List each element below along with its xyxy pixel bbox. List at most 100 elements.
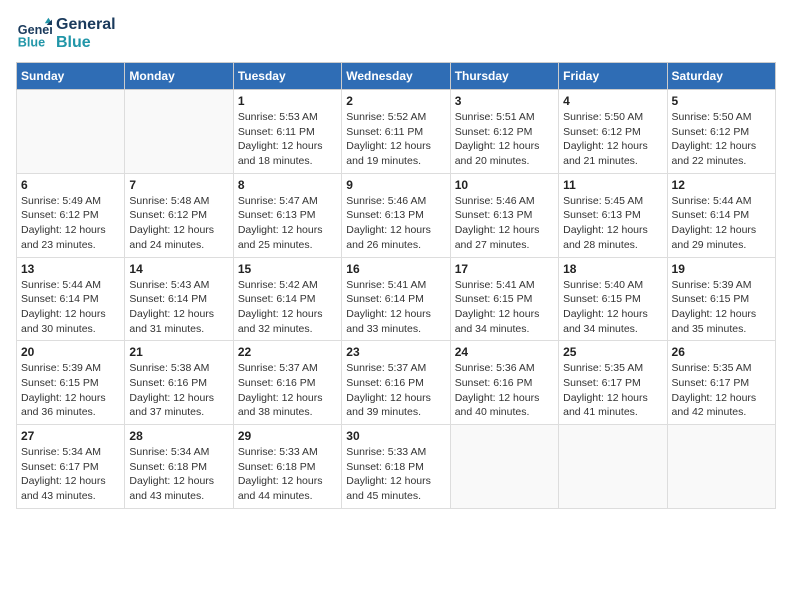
day-info: Sunrise: 5:42 AMSunset: 6:14 PMDaylight:… [238,278,337,337]
calendar-week-3: 13 Sunrise: 5:44 AMSunset: 6:14 PMDayligh… [17,257,776,341]
header-cell-thursday: Thursday [450,63,558,90]
calendar-cell: 2Sunrise: 5:52 AMSunset: 6:11 PMDaylight… [342,90,450,174]
day-number: 29 [238,429,337,443]
calendar-cell: 1Sunrise: 5:53 AMSunset: 6:11 PMDaylight… [233,90,341,174]
day-number: 9 [346,178,445,192]
calendar-cell: 16 Sunrise: 5:41 AMSunset: 6:14 PMDayligh… [342,257,450,341]
day-number: 27 [21,429,120,443]
day-info: Sunrise: 5:48 AMSunset: 6:12 PMDaylight:… [129,194,228,253]
calendar-cell: 24 Sunrise: 5:36 AMSunset: 6:16 PMDayligh… [450,341,558,425]
day-info: Sunrise: 5:43 AMSunset: 6:14 PMDaylight:… [129,278,228,337]
calendar-cell: 17 Sunrise: 5:41 AMSunset: 6:15 PMDayligh… [450,257,558,341]
day-info: Sunrise: 5:45 AMSunset: 6:13 PMDaylight:… [563,194,662,253]
calendar-cell: 23 Sunrise: 5:37 AMSunset: 6:16 PMDayligh… [342,341,450,425]
calendar-cell: 10 Sunrise: 5:46 AMSunset: 6:13 PMDayligh… [450,173,558,257]
header-cell-saturday: Saturday [667,63,775,90]
calendar-cell: 6 Sunrise: 5:49 AMSunset: 6:12 PMDaylight… [17,173,125,257]
day-number: 16 [346,262,445,276]
calendar-cell [559,425,667,509]
calendar-cell: 18Sunrise: 5:40 AMSunset: 6:15 PMDayligh… [559,257,667,341]
day-info: Sunrise: 5:49 AMSunset: 6:12 PMDaylight:… [21,194,120,253]
day-info: Sunrise: 5:44 AMSunset: 6:14 PMDaylight:… [672,194,771,253]
calendar-cell: 19 Sunrise: 5:39 AMSunset: 6:15 PMDayligh… [667,257,775,341]
day-info: Sunrise: 5:50 AMSunset: 6:12 PMDaylight:… [672,110,771,169]
day-info: Sunrise: 5:46 AMSunset: 6:13 PMDaylight:… [346,194,445,253]
header-cell-friday: Friday [559,63,667,90]
day-number: 19 [672,262,771,276]
svg-text:Blue: Blue [18,36,45,50]
day-number: 22 [238,345,337,359]
calendar-cell: 29 Sunrise: 5:33 AMSunset: 6:18 PMDayligh… [233,425,341,509]
day-number: 10 [455,178,554,192]
calendar-week-5: 27 Sunrise: 5:34 AMSunset: 6:17 PMDayligh… [17,425,776,509]
day-number: 13 [21,262,120,276]
calendar-cell: 25 Sunrise: 5:35 AMSunset: 6:17 PMDayligh… [559,341,667,425]
day-info: Sunrise: 5:34 AMSunset: 6:18 PMDaylight:… [129,445,228,504]
calendar-cell: 13 Sunrise: 5:44 AMSunset: 6:14 PMDayligh… [17,257,125,341]
day-number: 18 [563,262,662,276]
day-number: 4 [563,94,662,108]
day-info: Sunrise: 5:46 AMSunset: 6:13 PMDaylight:… [455,194,554,253]
day-number: 25 [563,345,662,359]
calendar-cell: 7 Sunrise: 5:48 AMSunset: 6:12 PMDaylight… [125,173,233,257]
calendar-cell: 28Sunrise: 5:34 AMSunset: 6:18 PMDayligh… [125,425,233,509]
day-number: 6 [21,178,120,192]
calendar-week-2: 6 Sunrise: 5:49 AMSunset: 6:12 PMDaylight… [17,173,776,257]
day-info: Sunrise: 5:36 AMSunset: 6:16 PMDaylight:… [455,361,554,420]
day-info: Sunrise: 5:52 AMSunset: 6:11 PMDaylight:… [346,110,445,169]
header-cell-tuesday: Tuesday [233,63,341,90]
day-info: Sunrise: 5:39 AMSunset: 6:15 PMDaylight:… [672,278,771,337]
day-info: Sunrise: 5:47 AMSunset: 6:13 PMDaylight:… [238,194,337,253]
day-info: Sunrise: 5:34 AMSunset: 6:17 PMDaylight:… [21,445,120,504]
day-info: Sunrise: 5:33 AMSunset: 6:18 PMDaylight:… [238,445,337,504]
day-number: 12 [672,178,771,192]
calendar-cell: 21Sunrise: 5:38 AMSunset: 6:16 PMDayligh… [125,341,233,425]
day-number: 20 [21,345,120,359]
day-info: Sunrise: 5:33 AMSunset: 6:18 PMDaylight:… [346,445,445,504]
day-number: 26 [672,345,771,359]
logo-blue: Blue [56,34,116,52]
calendar-week-4: 20 Sunrise: 5:39 AMSunset: 6:15 PMDayligh… [17,341,776,425]
calendar-cell: 30 Sunrise: 5:33 AMSunset: 6:18 PMDayligh… [342,425,450,509]
calendar-cell: 4 Sunrise: 5:50 AMSunset: 6:12 PMDaylight… [559,90,667,174]
day-info: Sunrise: 5:51 AMSunset: 6:12 PMDaylight:… [455,110,554,169]
calendar-cell [17,90,125,174]
calendar-cell: 12 Sunrise: 5:44 AMSunset: 6:14 PMDayligh… [667,173,775,257]
day-info: Sunrise: 5:41 AMSunset: 6:15 PMDaylight:… [455,278,554,337]
calendar-cell: 11Sunrise: 5:45 AMSunset: 6:13 PMDayligh… [559,173,667,257]
day-number: 30 [346,429,445,443]
page-header: General Blue General Blue [16,16,776,52]
day-info: Sunrise: 5:41 AMSunset: 6:14 PMDaylight:… [346,278,445,337]
day-number: 21 [129,345,228,359]
day-info: Sunrise: 5:44 AMSunset: 6:14 PMDaylight:… [21,278,120,337]
calendar-cell: 20 Sunrise: 5:39 AMSunset: 6:15 PMDayligh… [17,341,125,425]
calendar-cell: 5 Sunrise: 5:50 AMSunset: 6:12 PMDaylight… [667,90,775,174]
day-number: 23 [346,345,445,359]
day-info: Sunrise: 5:37 AMSunset: 6:16 PMDaylight:… [346,361,445,420]
calendar-body: 1Sunrise: 5:53 AMSunset: 6:11 PMDaylight… [17,90,776,509]
calendar-table: SundayMondayTuesdayWednesdayThursdayFrid… [16,62,776,509]
header-cell-wednesday: Wednesday [342,63,450,90]
day-number: 17 [455,262,554,276]
calendar-cell [667,425,775,509]
day-info: Sunrise: 5:39 AMSunset: 6:15 PMDaylight:… [21,361,120,420]
day-info: Sunrise: 5:50 AMSunset: 6:12 PMDaylight:… [563,110,662,169]
logo-general: General [56,16,116,34]
day-number: 24 [455,345,554,359]
day-number: 14 [129,262,228,276]
header-cell-sunday: Sunday [17,63,125,90]
header-cell-monday: Monday [125,63,233,90]
calendar-cell: 9 Sunrise: 5:46 AMSunset: 6:13 PMDaylight… [342,173,450,257]
day-number: 7 [129,178,228,192]
calendar-cell: 8Sunrise: 5:47 AMSunset: 6:13 PMDaylight… [233,173,341,257]
day-info: Sunrise: 5:35 AMSunset: 6:17 PMDaylight:… [672,361,771,420]
day-number: 5 [672,94,771,108]
calendar-cell: 14 Sunrise: 5:43 AMSunset: 6:14 PMDayligh… [125,257,233,341]
calendar-cell: 26 Sunrise: 5:35 AMSunset: 6:17 PMDayligh… [667,341,775,425]
calendar-cell: 3Sunrise: 5:51 AMSunset: 6:12 PMDaylight… [450,90,558,174]
day-number: 1 [238,94,337,108]
day-info: Sunrise: 5:35 AMSunset: 6:17 PMDaylight:… [563,361,662,420]
logo-icon: General Blue [16,16,52,52]
header-row: SundayMondayTuesdayWednesdayThursdayFrid… [17,63,776,90]
calendar-cell: 22Sunrise: 5:37 AMSunset: 6:16 PMDayligh… [233,341,341,425]
